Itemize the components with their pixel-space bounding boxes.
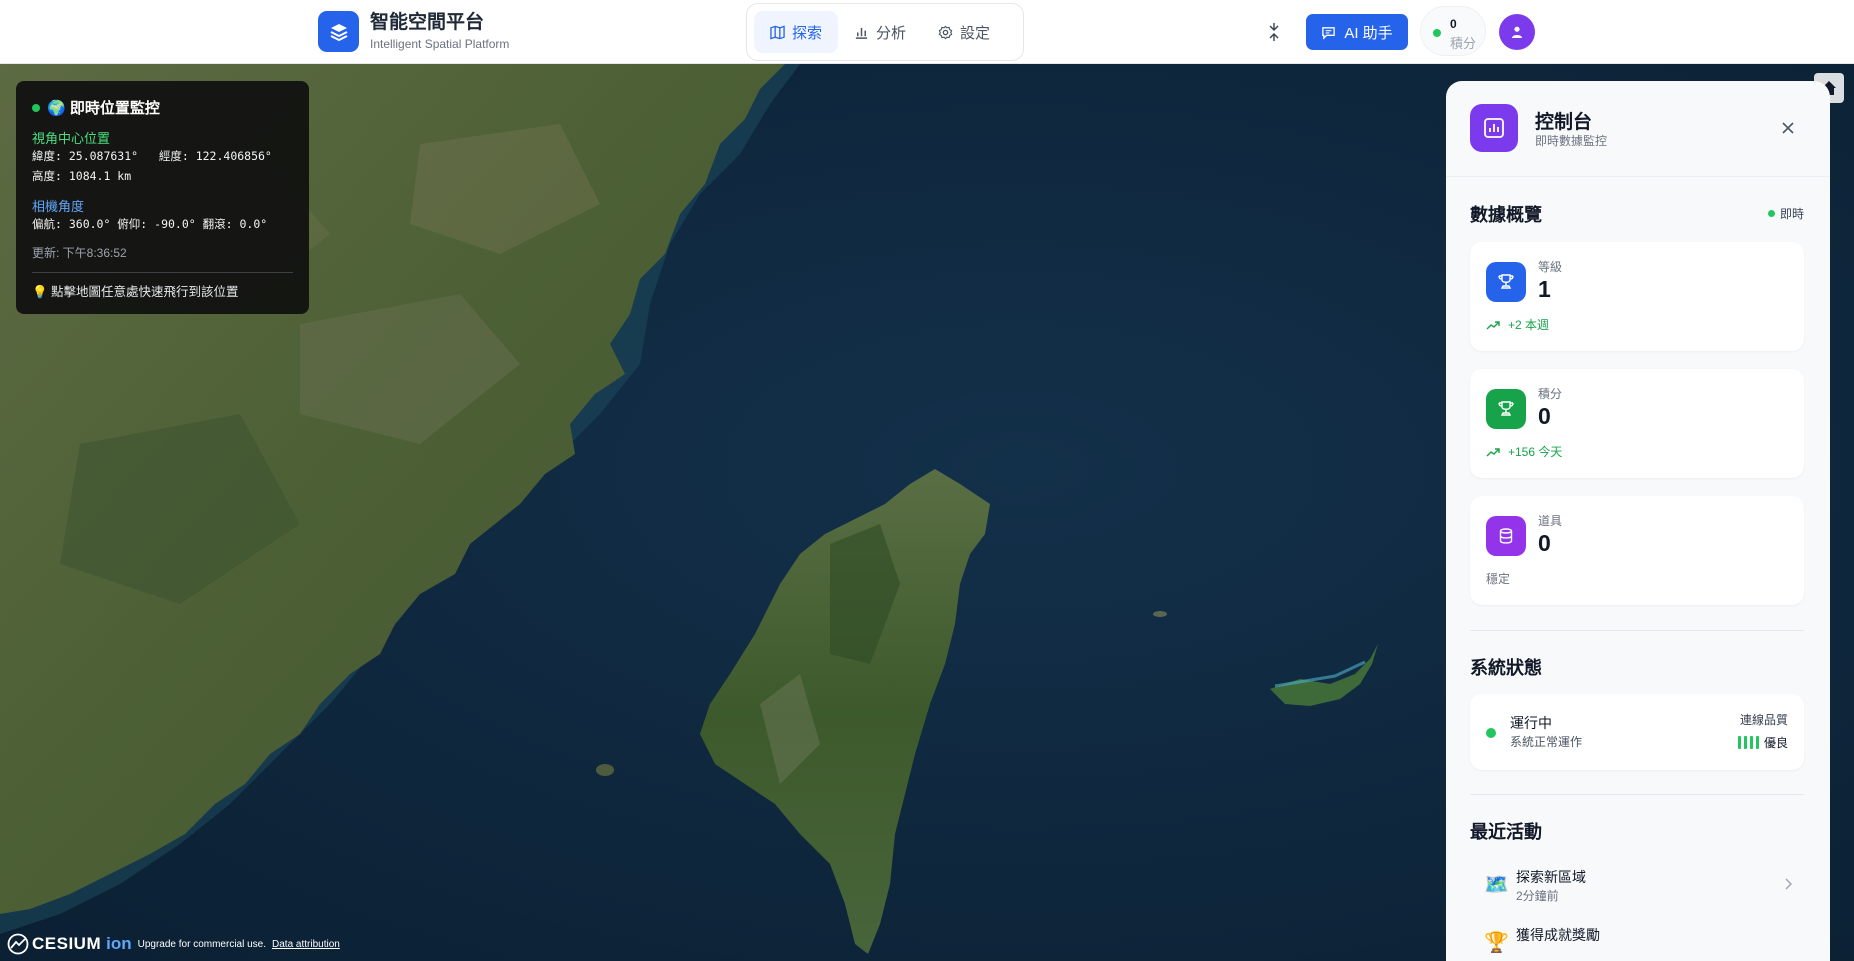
cesium-credits: CESIUM ion Upgrade for commercial use. D…: [7, 933, 340, 955]
stat-value: 0: [1538, 403, 1551, 429]
connection-quality-label: 連線品質: [1739, 713, 1788, 727]
stat-card-points[interactable]: 積分 0 +156 今天: [1470, 369, 1804, 478]
activity-time: 2分鐘前: [1516, 889, 1559, 903]
recent-activity-title: 最近活動: [1470, 822, 1542, 842]
cesium-wordmark: CESIUM: [32, 934, 102, 953]
activity-title: 獲得成就獎勵: [1516, 927, 1600, 943]
monitor-divider: [32, 272, 293, 273]
panel-title: 控制台: [1535, 112, 1593, 133]
layers-icon: [318, 11, 359, 52]
activity-item[interactable]: 🏆 獲得成就獎勵: [1470, 916, 1804, 961]
trending-up-icon: [1486, 447, 1500, 456]
database-icon: [1486, 516, 1526, 556]
nav-settings[interactable]: 設定: [922, 11, 1006, 53]
app-subtitle: Intelligent Spatial Platform: [370, 36, 510, 51]
stat-value: 0: [1538, 530, 1551, 556]
live-dot: [1768, 210, 1775, 217]
stat-label: 等級: [1538, 260, 1563, 274]
overview-title: 數據概覽: [1470, 205, 1542, 225]
activity-item[interactable]: 🗺️ 探索新區域 2分鐘前: [1470, 858, 1804, 910]
trophy-icon: 🏆: [1484, 932, 1509, 954]
top-header: 智能空間平台 Intelligent Spatial Platform 探索 分…: [0, 0, 1854, 64]
live-label: 即時: [1780, 207, 1805, 221]
stat-card-items[interactable]: 道具 0 穩定: [1470, 496, 1804, 605]
data-attribution-link[interactable]: Data attribution: [272, 939, 340, 950]
panel-header: 控制台 即時數據監控: [1446, 81, 1830, 177]
status-dot: [1486, 728, 1496, 738]
nav-explore-label: 探索: [792, 24, 823, 42]
dashboard-panel: 控制台 即時數據監控 數據概覽 即時 等級 1 +2 本週 積分 0 +156 …: [1446, 81, 1830, 961]
system-status-card: 運行中 系統正常運作 連線品質 優良: [1470, 694, 1804, 770]
user-avatar[interactable]: [1499, 14, 1535, 50]
stat-trend-label: 穩定: [1486, 572, 1511, 586]
trending-up-icon: [1486, 320, 1500, 329]
main-nav: 探索 分析 設定: [746, 3, 1024, 61]
update-time: 更新: 下午8:36:52: [32, 246, 127, 260]
score-value: 0: [1450, 17, 1457, 31]
trophy-icon: [1486, 389, 1526, 429]
chat-icon: [1322, 26, 1336, 40]
signal-bar: [1737, 736, 1741, 749]
location-monitor-panel: 🌍 即時位置監控 視角中心位置 緯度: 25.087631° 經度: 122.4…: [16, 81, 309, 314]
brand[interactable]: 智能空間平台 Intelligent Spatial Platform: [318, 11, 509, 52]
section-divider: [1470, 630, 1804, 631]
height-readout: 高度: 1084.1 km: [32, 169, 132, 183]
cesium-ion-wordmark: ion: [106, 934, 132, 953]
ai-assistant-label: AI 助手: [1344, 24, 1393, 42]
stat-label: 道具: [1538, 514, 1563, 528]
nav-analysis[interactable]: 分析: [838, 11, 922, 53]
stat-card-level[interactable]: 等級 1 +2 本週: [1470, 242, 1804, 351]
camera-angle-readout: 偏航: 360.0° 俯仰: -90.0° 翻滾: 0.0°: [32, 217, 268, 231]
live-indicator: 即時: [1768, 205, 1804, 222]
stat-value: 1: [1538, 276, 1551, 302]
stat-trend-label: +2 本週: [1508, 318, 1550, 332]
trophy-icon: [1486, 262, 1526, 302]
collapse-icon: [1269, 23, 1279, 41]
ai-assistant-button[interactable]: AI 助手: [1306, 14, 1408, 50]
map-icon: [770, 24, 785, 40]
score-indicator[interactable]: 0 積分: [1420, 6, 1486, 56]
status-sub: 系統正常運作: [1510, 735, 1583, 749]
lat-lon-readout: 緯度: 25.087631° 經度: 122.406856°: [32, 149, 272, 163]
signal-bar: [1743, 736, 1747, 749]
bar-chart-icon: [855, 27, 868, 39]
connection-quality-value: 優良: [1763, 736, 1788, 750]
stat-trend: +2 本週: [1486, 316, 1549, 333]
status-main: 運行中: [1510, 715, 1552, 731]
connection-quality: 優良: [1737, 734, 1788, 751]
gear-icon: [938, 25, 953, 39]
nav-analysis-label: 分析: [876, 24, 907, 42]
app-title: 智能空間平台: [370, 11, 485, 33]
cesium-upgrade-note: Upgrade for commercial use.: [137, 938, 267, 950]
stat-label: 積分: [1538, 387, 1563, 401]
activity-title: 探索新區域: [1516, 869, 1586, 885]
signal-bar: [1755, 736, 1759, 749]
stat-trend: +156 今天: [1486, 443, 1562, 460]
map-icon: 🗺️: [1484, 874, 1509, 896]
score-label: 積分: [1450, 36, 1477, 51]
stat-trend: 穩定: [1486, 570, 1510, 587]
center-position-label: 視角中心位置: [32, 131, 111, 146]
collapse-button[interactable]: [1262, 17, 1286, 47]
status-dot: [1433, 29, 1441, 37]
user-icon: [1512, 26, 1522, 38]
nav-explore[interactable]: 探索: [754, 11, 839, 53]
panel-subtitle: 即時數據監控: [1535, 134, 1608, 148]
monitor-title: 🌍 即時位置監控: [47, 100, 160, 117]
monitor-title-row: 🌍 即時位置監控: [32, 97, 160, 118]
live-dot: [32, 103, 40, 112]
camera-angle-label: 相機角度: [32, 199, 85, 214]
close-icon: [1782, 122, 1794, 134]
chevron-right-icon: [1784, 877, 1792, 895]
signal-bar: [1749, 736, 1753, 749]
fly-tip: 💡 點擊地圖任意處快速飛行到該位置: [32, 285, 239, 299]
system-status-title: 系統狀態: [1470, 658, 1542, 678]
analytics-icon: [1470, 104, 1518, 152]
stat-trend-label: +156 今天: [1508, 445, 1563, 459]
close-panel-button[interactable]: [1768, 108, 1808, 148]
nav-settings-label: 設定: [960, 24, 991, 42]
section-divider: [1470, 794, 1804, 795]
cesium-logo-icon: [7, 933, 29, 955]
